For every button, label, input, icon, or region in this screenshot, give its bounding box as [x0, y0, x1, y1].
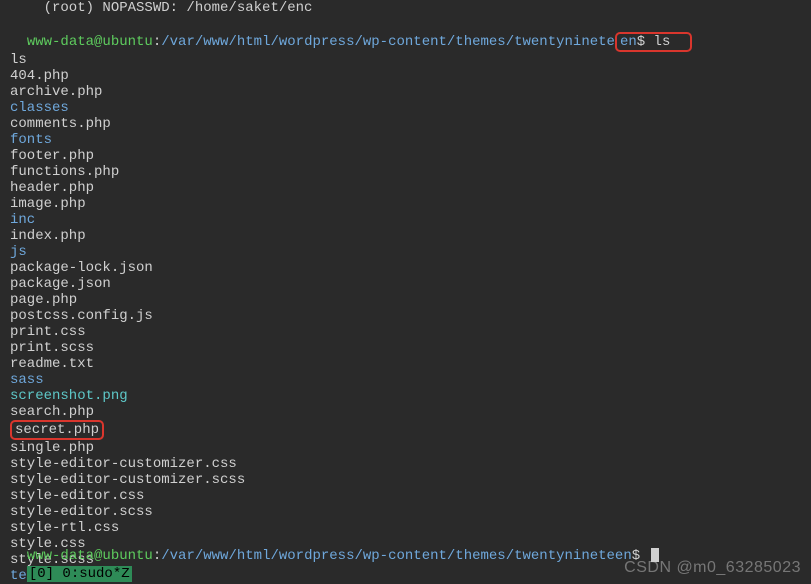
tmux-status-bar: [0] 0:sudo*Z	[10, 550, 132, 582]
file-name: style-editor-customizer.scss	[10, 472, 245, 488]
file-entry: sass	[10, 372, 801, 388]
file-entry: style-editor-customizer.scss	[10, 472, 801, 488]
file-name: js	[10, 244, 27, 260]
file-name: package.json	[10, 276, 111, 292]
file-name: index.php	[10, 228, 86, 244]
file-name: comments.php	[10, 116, 111, 132]
file-entry: print.scss	[10, 340, 801, 356]
file-listing: 404.phparchive.phpclassescomments.phpfon…	[10, 68, 801, 584]
file-name: footer.php	[10, 148, 94, 164]
prompt-colon: :	[153, 34, 161, 50]
status-text: [0] 0:sudo*Z	[27, 566, 132, 582]
highlight-file-box: secret.php	[10, 420, 104, 440]
file-entry: style-editor.scss	[10, 504, 801, 520]
file-name: 404.php	[10, 68, 69, 84]
prompt-cmd: ls	[645, 34, 670, 50]
file-entry: classes	[10, 100, 801, 116]
file-name: search.php	[10, 404, 94, 420]
prompt-line-1[interactable]: www-data@ubuntu:/var/www/html/wordpress/…	[10, 16, 801, 52]
prompt-path: /var/www/html/wordpress/wp-content/theme…	[161, 34, 615, 50]
file-name: sass	[10, 372, 44, 388]
file-name: page.php	[10, 292, 77, 308]
file-name: screenshot.png	[10, 388, 128, 404]
sudoers-line: (root) NOPASSWD: /home/saket/enc	[10, 0, 801, 16]
file-entry: search.php	[10, 404, 801, 420]
file-name: postcss.config.js	[10, 308, 153, 324]
file-entry: style-editor-customizer.css	[10, 456, 801, 472]
file-entry: header.php	[10, 180, 801, 196]
file-name: functions.php	[10, 164, 119, 180]
file-entry: inc	[10, 212, 801, 228]
file-entry: page.php	[10, 292, 801, 308]
file-name: archive.php	[10, 84, 102, 100]
file-name: package-lock.json	[10, 260, 153, 276]
prompt-path-tail: en	[620, 34, 637, 50]
file-name: fonts	[10, 132, 52, 148]
file-entry: print.css	[10, 324, 801, 340]
highlight-command-box: en$ ls	[615, 32, 692, 52]
file-name: classes	[10, 100, 69, 116]
watermark: CSDN @m0_63285023	[624, 560, 801, 576]
file-name: print.scss	[10, 340, 94, 356]
file-entry: style-editor.css	[10, 488, 801, 504]
file-name: print.css	[10, 324, 86, 340]
file-name: style-editor-customizer.css	[10, 456, 237, 472]
file-entry: single.php	[10, 440, 801, 456]
file-name: header.php	[10, 180, 94, 196]
prompt-colon-2: :	[153, 548, 161, 564]
file-name: style-editor.scss	[10, 504, 153, 520]
file-name: readme.txt	[10, 356, 94, 372]
file-entry: secret.php	[10, 420, 801, 440]
prompt-path-2: /var/www/html/wordpress/wp-content/theme…	[161, 548, 631, 564]
file-entry: 404.php	[10, 68, 801, 84]
file-name: style-editor.css	[10, 488, 144, 504]
file-entry: package.json	[10, 276, 801, 292]
file-entry: comments.php	[10, 116, 801, 132]
file-entry: functions.php	[10, 164, 801, 180]
file-name: image.php	[10, 196, 86, 212]
file-entry: package-lock.json	[10, 260, 801, 276]
file-entry: footer.php	[10, 148, 801, 164]
file-entry: postcss.config.js	[10, 308, 801, 324]
cmd-echo-line: ls	[10, 52, 801, 68]
prompt-user: www-data@ubuntu	[27, 34, 153, 50]
file-name: single.php	[10, 440, 94, 456]
file-entry: readme.txt	[10, 356, 801, 372]
file-name: inc	[10, 212, 35, 228]
file-entry: index.php	[10, 228, 801, 244]
file-entry: archive.php	[10, 84, 801, 100]
prompt-dollar: $	[637, 34, 645, 50]
file-entry: js	[10, 244, 801, 260]
file-entry: screenshot.png	[10, 388, 801, 404]
file-entry: fonts	[10, 132, 801, 148]
file-entry: image.php	[10, 196, 801, 212]
